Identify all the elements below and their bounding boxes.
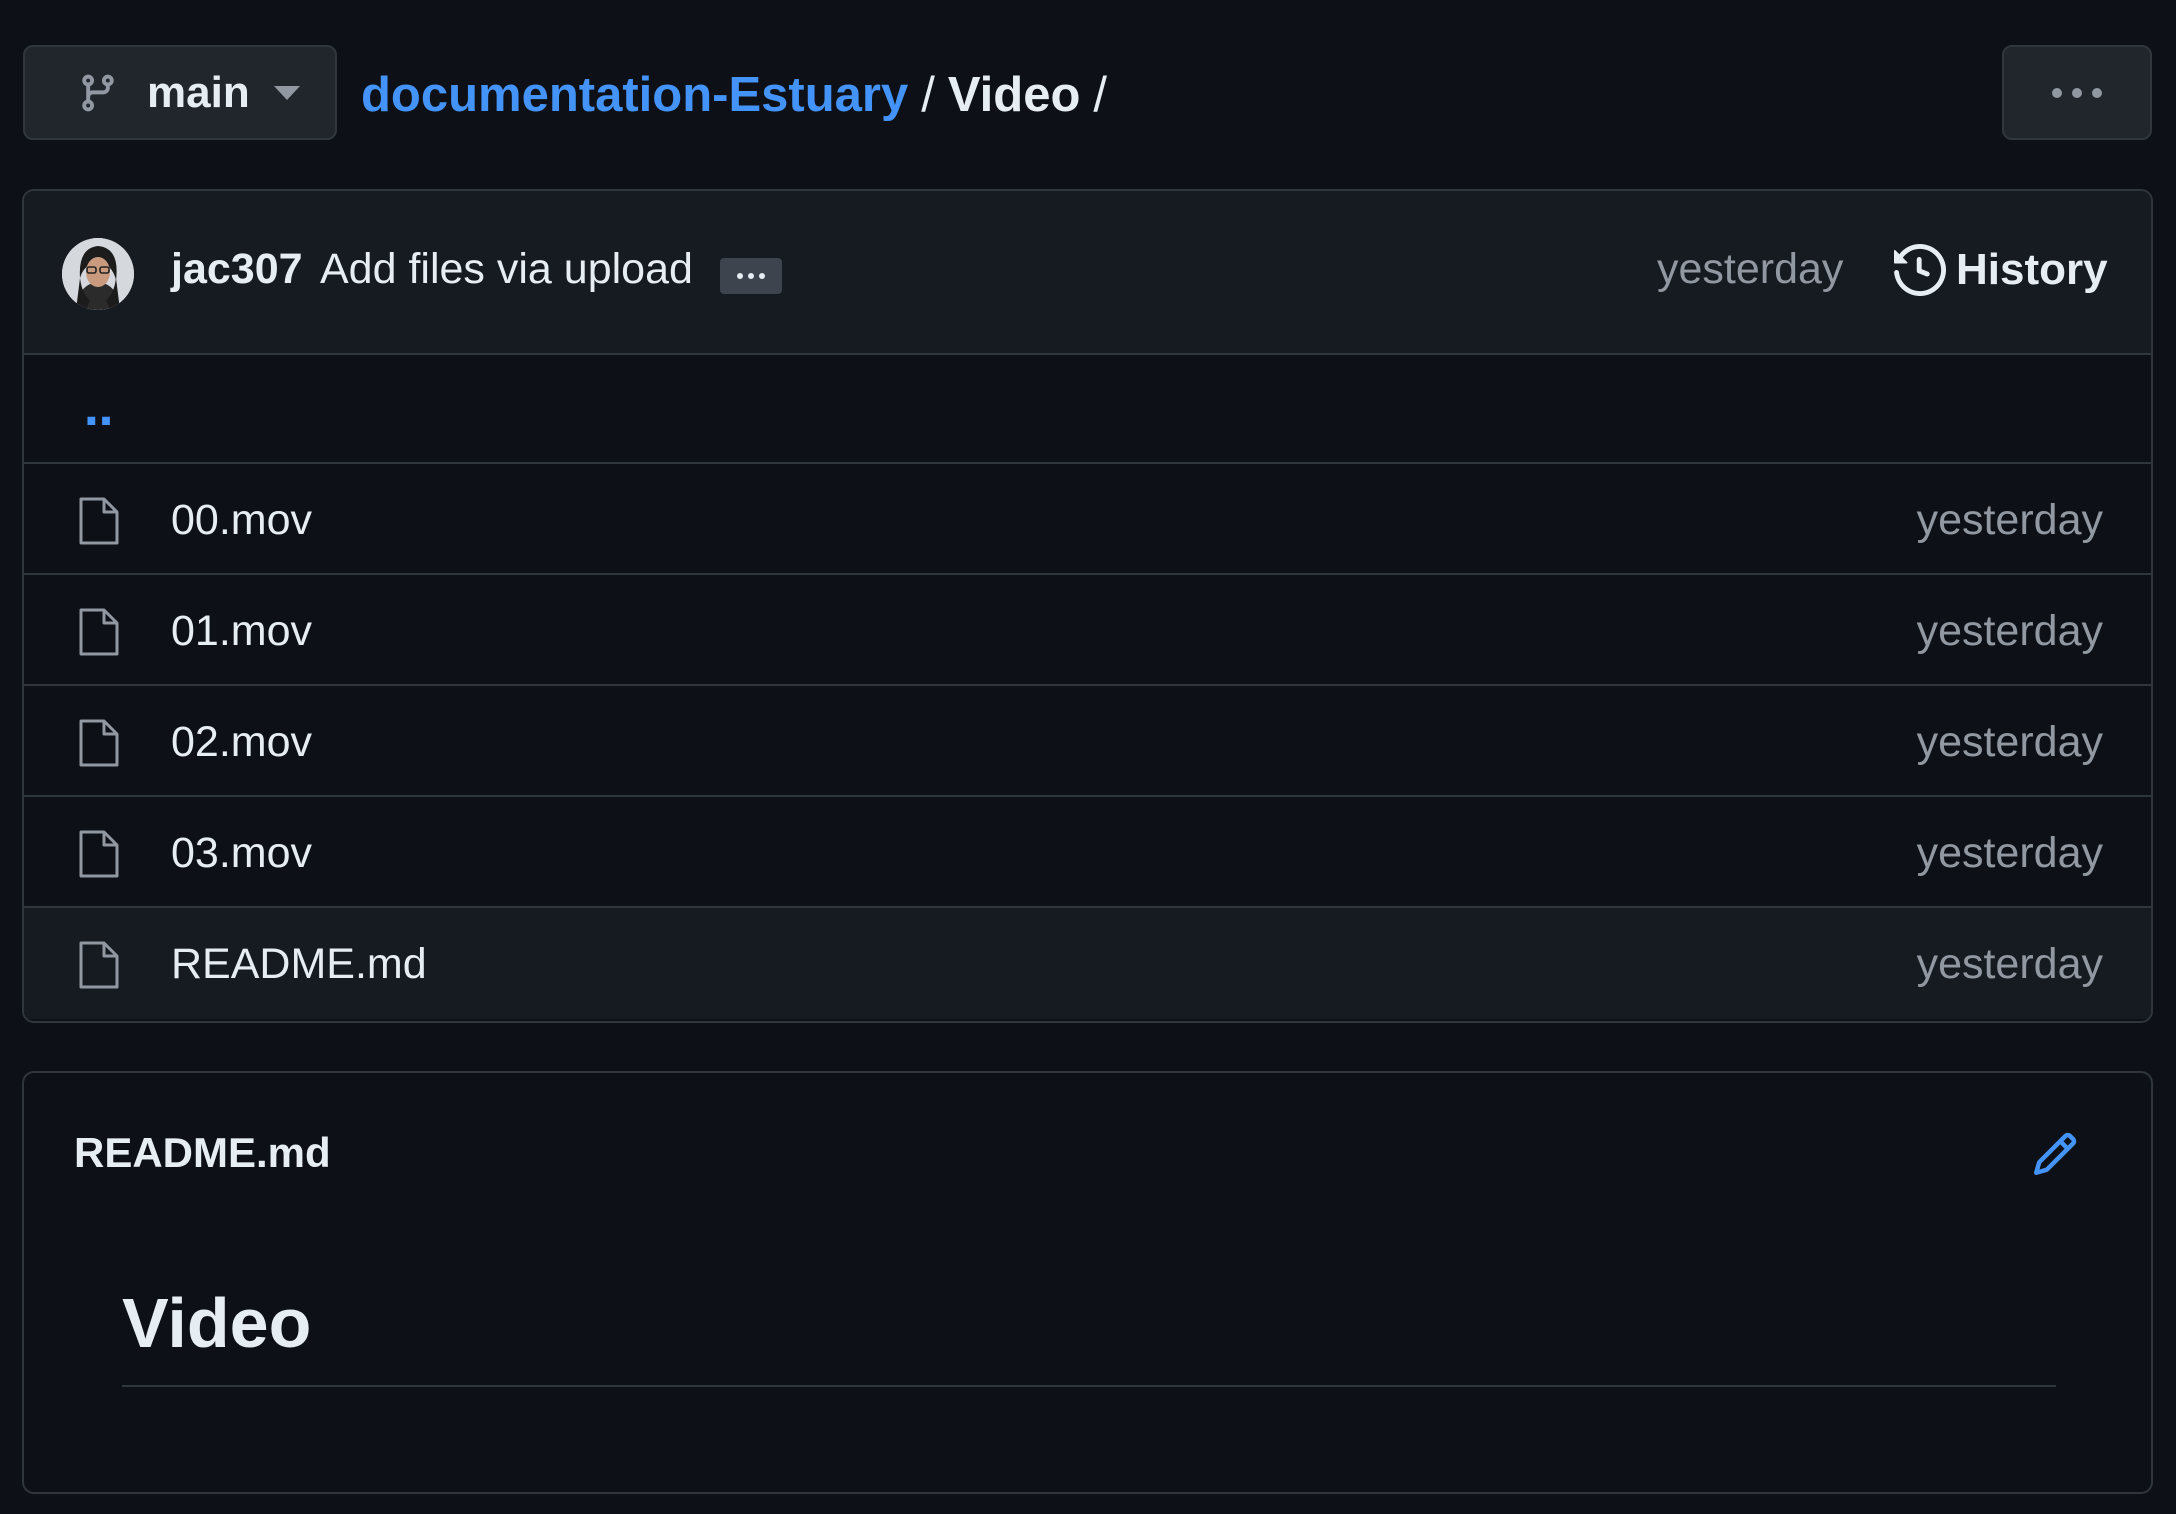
- table-row[interactable]: 03.mov yesterday: [24, 797, 2151, 908]
- branch-selector-button[interactable]: main: [23, 45, 337, 140]
- branch-name: main: [147, 67, 250, 117]
- table-row[interactable]: 02.mov yesterday: [24, 686, 2151, 797]
- avatar[interactable]: [62, 238, 134, 310]
- readme-heading: Video: [122, 1283, 2056, 1387]
- commit-author-link[interactable]: jac307: [171, 245, 303, 294]
- readme-title: README.md: [74, 1129, 331, 1176]
- file-name-link[interactable]: 03.mov: [171, 829, 312, 878]
- file-icon: [79, 830, 119, 878]
- file-table: jac307 Add files via upload yesterday Hi…: [22, 189, 2153, 1023]
- file-date: yesterday: [1916, 829, 2103, 877]
- commit-expand-button[interactable]: [720, 258, 782, 294]
- more-options-button[interactable]: [2002, 45, 2152, 140]
- file-name-link[interactable]: 01.mov: [171, 607, 312, 656]
- file-icon: [79, 719, 119, 767]
- history-label: History: [1956, 245, 2108, 294]
- chevron-down-icon: [273, 85, 300, 100]
- avatar-image: [62, 238, 134, 310]
- table-row[interactable]: 01.mov yesterday: [24, 575, 2151, 686]
- edit-readme-button[interactable]: [2029, 1128, 2081, 1180]
- breadcrumb-separator: /: [921, 68, 935, 122]
- ellipsis-icon: [737, 273, 765, 279]
- history-link[interactable]: History: [1894, 235, 2108, 305]
- file-icon: [79, 497, 119, 545]
- table-row[interactable]: README.md yesterday: [24, 908, 2151, 1019]
- file-icon: [79, 941, 119, 989]
- latest-commit-bar: jac307 Add files via upload yesterday Hi…: [24, 191, 2151, 355]
- file-name-link[interactable]: README.md: [171, 940, 427, 989]
- file-icon: [79, 608, 119, 656]
- kebab-horizontal-icon: [2052, 87, 2102, 98]
- breadcrumb-separator: /: [1093, 68, 1108, 122]
- file-name-link[interactable]: 00.mov: [171, 496, 312, 545]
- commit-time: yesterday: [1657, 245, 1844, 293]
- pencil-icon: [2033, 1132, 2077, 1176]
- file-name-link[interactable]: 02.mov: [171, 718, 312, 767]
- git-branch-icon: [82, 74, 114, 111]
- commit-message-link[interactable]: Add files via upload: [320, 245, 693, 294]
- table-row[interactable]: 00.mov yesterday: [24, 464, 2151, 575]
- breadcrumb-repo-link[interactable]: documentation-Estuary: [361, 67, 908, 123]
- file-date: yesterday: [1916, 718, 2103, 766]
- parent-directory-link[interactable]: ‥: [84, 385, 115, 436]
- history-icon: [1894, 244, 1946, 296]
- file-date: yesterday: [1916, 496, 2103, 544]
- file-date: yesterday: [1916, 940, 2103, 988]
- readme-panel: README.md Video: [22, 1071, 2153, 1494]
- parent-directory-row[interactable]: ‥: [24, 355, 2151, 464]
- breadcrumb: documentation-Estuary / Video /: [361, 60, 1120, 130]
- file-date: yesterday: [1916, 607, 2103, 655]
- breadcrumb-current-folder: Video: [947, 68, 1081, 122]
